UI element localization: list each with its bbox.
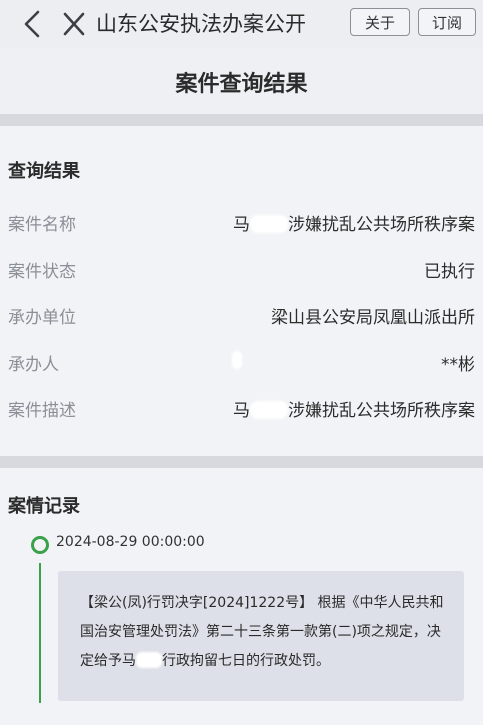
case-name-value: 马 涉嫌扰乱公共场所秩序案 — [233, 210, 475, 235]
record-text: 【梁公(凤)行罚决字[2024]1222号】 根据《中华人民共和国治安管理处罚法… — [80, 589, 450, 676]
redaction-mark — [136, 652, 162, 668]
timeline-timestamp: 2024-08-29 00:00:00 — [56, 534, 205, 550]
page-title: 案件查询结果 — [175, 72, 308, 97]
close-icon[interactable] — [58, 8, 90, 40]
record-entry: 【梁公(凤)行罚决字[2024]1222号】 根据《中华人民共和国治安管理处罚法… — [58, 571, 464, 701]
officer-label: 承办人 — [8, 355, 59, 375]
officer-row: 承办人 **彬 — [0, 344, 483, 380]
record-heading: 案情记录 — [8, 496, 80, 517]
page-header: 案件查询结果 — [0, 48, 483, 114]
section-divider — [0, 456, 483, 468]
case-status-label: 案件状态 — [8, 262, 76, 282]
top-nav-bar: 山东公安执法办案公开 关于 订阅 — [0, 0, 483, 48]
handling-unit-row: 承办单位 梁山县公安局凤凰山派出所 — [0, 297, 483, 333]
case-description-row: 案件描述 马 涉嫌扰乱公共场所秩序案 — [0, 390, 483, 426]
webview-title: 山东公安执法办案公开 — [96, 12, 306, 36]
case-name-label: 案件名称 — [8, 215, 76, 235]
timeline-dot-icon — [31, 536, 49, 554]
subscribe-button[interactable]: 订阅 — [418, 8, 476, 36]
record-text-part2: 行政拘留七日的行政处罚。 — [162, 653, 330, 669]
about-button[interactable]: 关于 — [350, 8, 410, 36]
case-name-prefix: 马 — [233, 215, 250, 235]
case-description-label: 案件描述 — [8, 401, 76, 421]
case-status-value: 已执行 — [424, 262, 475, 282]
timeline-line — [39, 563, 41, 703]
case-status-row: 案件状态 已执行 — [0, 251, 483, 287]
case-description-prefix: 马 — [233, 401, 250, 421]
redaction-mark — [250, 215, 288, 233]
officer-value: **彬 — [441, 355, 475, 375]
case-description-suffix: 涉嫌扰乱公共场所秩序案 — [288, 401, 475, 421]
section-divider — [0, 114, 483, 126]
back-icon[interactable] — [18, 8, 46, 40]
handling-unit-label: 承办单位 — [8, 308, 76, 328]
redaction-mark — [250, 401, 288, 419]
result-card: 查询结果 案件名称 马涉嫌扰乱公共场所秩序案 案件状态 已执行 承办单位 梁山县… — [0, 126, 483, 456]
case-name-suffix: 涉嫌扰乱公共场所秩序案 — [288, 215, 475, 235]
handling-unit-value: 梁山县公安局凤凰山派出所 — [271, 308, 475, 328]
case-name-row: 案件名称 马 涉嫌扰乱公共场所秩序案 — [0, 204, 483, 240]
result-heading: 查询结果 — [8, 161, 80, 182]
redaction-mark — [232, 351, 242, 369]
record-card: 案情记录 2024-08-29 00:00:00 【梁公(凤)行罚决字[2024… — [0, 468, 483, 725]
case-description-value: 马 涉嫌扰乱公共场所秩序案 — [233, 396, 475, 421]
